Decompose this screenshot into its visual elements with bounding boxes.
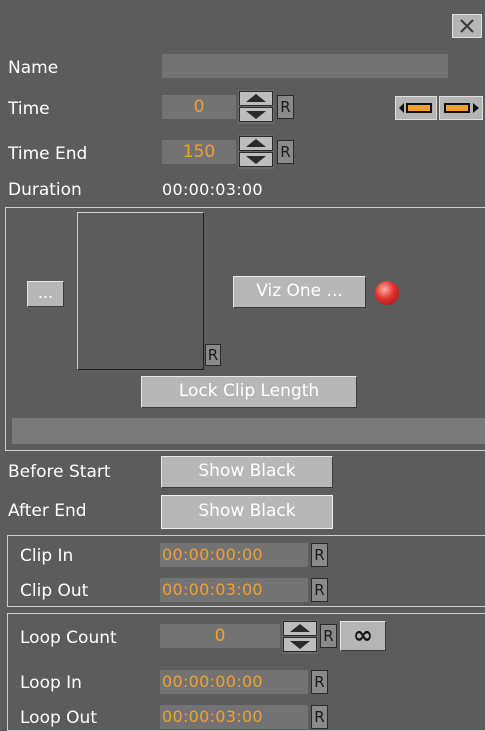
clip-in-input[interactable]: 00:00:00:00	[160, 543, 308, 567]
clip-out-reset-button[interactable]: R	[311, 578, 328, 602]
time-reset-button[interactable]: R	[277, 95, 294, 119]
lock-clip-length-button[interactable]: Lock Clip Length	[141, 376, 357, 408]
loop-count-reset-button[interactable]: R	[320, 624, 337, 648]
time-end-reset-button[interactable]: R	[277, 140, 294, 164]
status-led-icon	[375, 281, 399, 305]
before-start-dropdown[interactable]: Show Black	[161, 456, 333, 488]
browse-clip-button[interactable]: ...	[27, 281, 64, 307]
after-end-label: After End	[8, 501, 87, 521]
time-end-input[interactable]: 150	[162, 140, 236, 164]
clip-out-label: Clip Out	[20, 581, 89, 601]
clip-out-input[interactable]: 00:00:03:00	[160, 578, 308, 602]
step-left-icon	[399, 103, 432, 113]
after-end-dropdown[interactable]: Show Black	[161, 495, 333, 529]
spin-updown-icon	[246, 139, 266, 164]
time-label: Time	[8, 99, 50, 119]
clip-reset-button[interactable]: R	[205, 344, 221, 366]
loop-count-stepper[interactable]	[282, 620, 318, 654]
time-end-stepper[interactable]	[238, 135, 274, 169]
loop-out-reset-button[interactable]: R	[311, 705, 328, 729]
clip-thumbnail	[77, 212, 204, 370]
loop-in-label: Loop In	[20, 673, 82, 693]
duration-value: 00:00:03:00	[162, 180, 263, 199]
time-input[interactable]: 0	[162, 95, 236, 119]
loop-out-label: Loop Out	[20, 708, 97, 728]
vizone-button[interactable]: Viz One ...	[233, 276, 366, 308]
loop-in-input[interactable]: 00:00:00:00	[160, 670, 308, 694]
clip-in-label: Clip In	[20, 546, 74, 566]
step-left-button[interactable]	[395, 96, 437, 120]
clip-status-bar	[12, 418, 485, 444]
duration-label: Duration	[8, 180, 82, 200]
loop-count-label: Loop Count	[20, 628, 117, 648]
loop-in-reset-button[interactable]: R	[311, 670, 328, 694]
loop-out-input[interactable]: 00:00:03:00	[160, 705, 308, 729]
time-end-label: Time End	[8, 144, 88, 164]
name-label: Name	[8, 58, 59, 78]
spin-updown-icon	[246, 94, 266, 119]
step-right-icon	[444, 103, 479, 113]
infinite-loop-button[interactable]: ∞	[340, 621, 386, 651]
time-stepper[interactable]	[238, 90, 274, 124]
loop-count-input[interactable]: 0	[160, 624, 280, 648]
step-right-button[interactable]	[439, 96, 483, 120]
spin-updown-icon	[290, 624, 310, 649]
close-button[interactable]	[452, 14, 482, 38]
name-input[interactable]	[162, 54, 448, 78]
before-start-label: Before Start	[8, 462, 111, 482]
clip-in-reset-button[interactable]: R	[311, 543, 328, 567]
close-icon	[460, 19, 474, 33]
